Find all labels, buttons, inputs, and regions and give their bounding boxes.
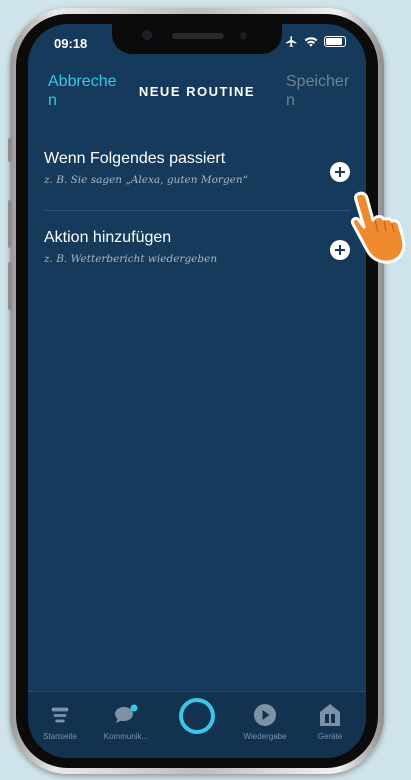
app-screen: 09:18 Abbrechen NEUE ROUTINE Speichern W…	[28, 24, 366, 758]
nav-item-play[interactable]: Wiedergabe	[233, 700, 297, 741]
speaker-grille	[172, 33, 224, 39]
sensor-icon	[240, 32, 247, 39]
volume-down-button	[8, 262, 12, 310]
home-icon	[51, 707, 69, 723]
nav-item-alexa[interactable]	[165, 698, 229, 738]
pointing-hand-icon	[351, 191, 406, 264]
chat-icon	[115, 704, 138, 723]
notch	[112, 24, 282, 54]
nav-item-devices[interactable]: Geräte	[298, 700, 362, 741]
nav-label-communicate: Kommunik...	[103, 732, 149, 741]
mute-switch	[8, 138, 12, 162]
alexa-icon	[179, 698, 215, 734]
trigger-row[interactable]: Wenn Folgendes passiert z. B. Sie sagen …	[28, 142, 366, 202]
trigger-title: Wenn Folgendes passiert	[44, 150, 226, 167]
action-title: Aktion hinzufügen	[44, 229, 172, 246]
add-trigger-button[interactable]	[330, 162, 350, 182]
status-icons	[285, 35, 346, 48]
airplane-icon	[286, 36, 297, 47]
row-divider	[44, 210, 350, 211]
devices-icon	[320, 704, 340, 726]
action-row[interactable]: Aktion hinzufügen z. B. Wetterbericht wi…	[28, 220, 366, 280]
volume-up-button	[8, 200, 12, 248]
status-time: 09:18	[54, 36, 88, 51]
camera-icon	[142, 30, 152, 40]
wifi-icon	[304, 37, 318, 47]
action-subtitle: z. B. Wetterbericht wiedergeben	[44, 253, 218, 265]
nav-item-home[interactable]: Startseite	[28, 700, 92, 741]
save-button[interactable]: Speichern	[286, 72, 356, 110]
nav-label-play: Wiedergabe	[243, 732, 287, 741]
nav-item-communicate[interactable]: Kommunik...	[94, 700, 158, 741]
nav-label-home: Startseite	[43, 732, 77, 741]
bottom-nav: Startseite Kommunik... Wiedergabe Geräte	[28, 691, 366, 758]
play-icon	[254, 704, 276, 726]
trigger-subtitle: z. B. Sie sagen „Alexa, guten Morgen“	[44, 174, 249, 186]
battery-icon	[324, 36, 346, 47]
nav-label-devices: Geräte	[317, 732, 343, 741]
